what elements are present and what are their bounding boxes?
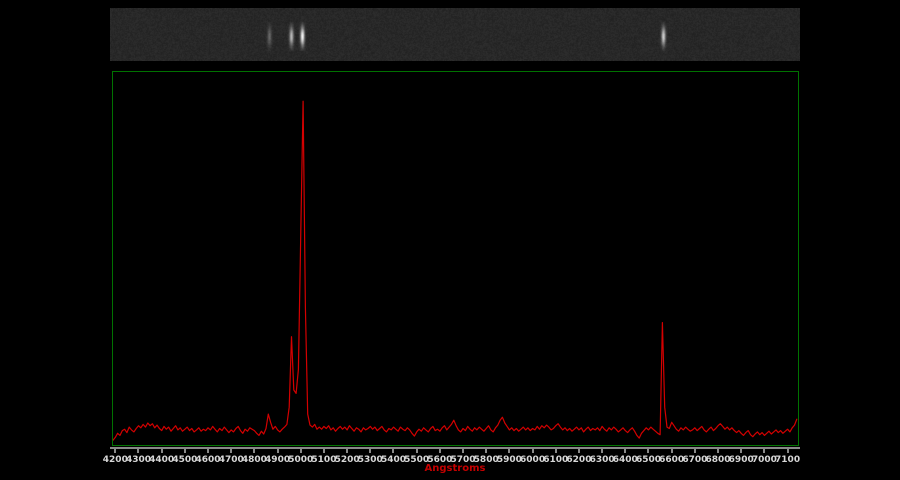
spectrum-viewer-window: 4200430044004500460047004800490050005100… bbox=[0, 0, 900, 480]
x-tick bbox=[694, 449, 696, 453]
x-tick bbox=[161, 449, 163, 453]
x-tick bbox=[137, 449, 139, 453]
x-tick bbox=[555, 449, 557, 453]
x-tick bbox=[230, 449, 232, 453]
x-tick bbox=[671, 449, 673, 453]
x-tick bbox=[624, 449, 626, 453]
x-axis-title: Angstroms bbox=[110, 463, 800, 474]
x-tick bbox=[601, 449, 603, 453]
x-tick bbox=[416, 449, 418, 453]
spectrum-trace bbox=[113, 101, 797, 440]
x-tick bbox=[323, 449, 325, 453]
x-tick bbox=[740, 449, 742, 453]
spectrum-2d-strip-image[interactable] bbox=[110, 8, 800, 61]
x-tick bbox=[253, 449, 255, 453]
spectrum-plot-area[interactable] bbox=[112, 71, 799, 446]
x-tick bbox=[763, 449, 765, 453]
x-tick bbox=[532, 449, 534, 453]
x-tick bbox=[114, 449, 116, 453]
spectrum-line-chart bbox=[113, 72, 798, 445]
x-tick bbox=[717, 449, 719, 453]
x-tick bbox=[346, 449, 348, 453]
x-axis-line bbox=[110, 447, 800, 449]
x-tick bbox=[462, 449, 464, 453]
x-tick bbox=[369, 449, 371, 453]
x-tick bbox=[277, 449, 279, 453]
x-tick bbox=[485, 449, 487, 453]
x-tick bbox=[508, 449, 510, 453]
x-tick bbox=[647, 449, 649, 453]
x-tick bbox=[787, 449, 789, 453]
x-tick bbox=[207, 449, 209, 453]
x-tick bbox=[392, 449, 394, 453]
x-tick bbox=[439, 449, 441, 453]
x-tick bbox=[184, 449, 186, 453]
x-tick bbox=[300, 449, 302, 453]
x-tick bbox=[578, 449, 580, 453]
